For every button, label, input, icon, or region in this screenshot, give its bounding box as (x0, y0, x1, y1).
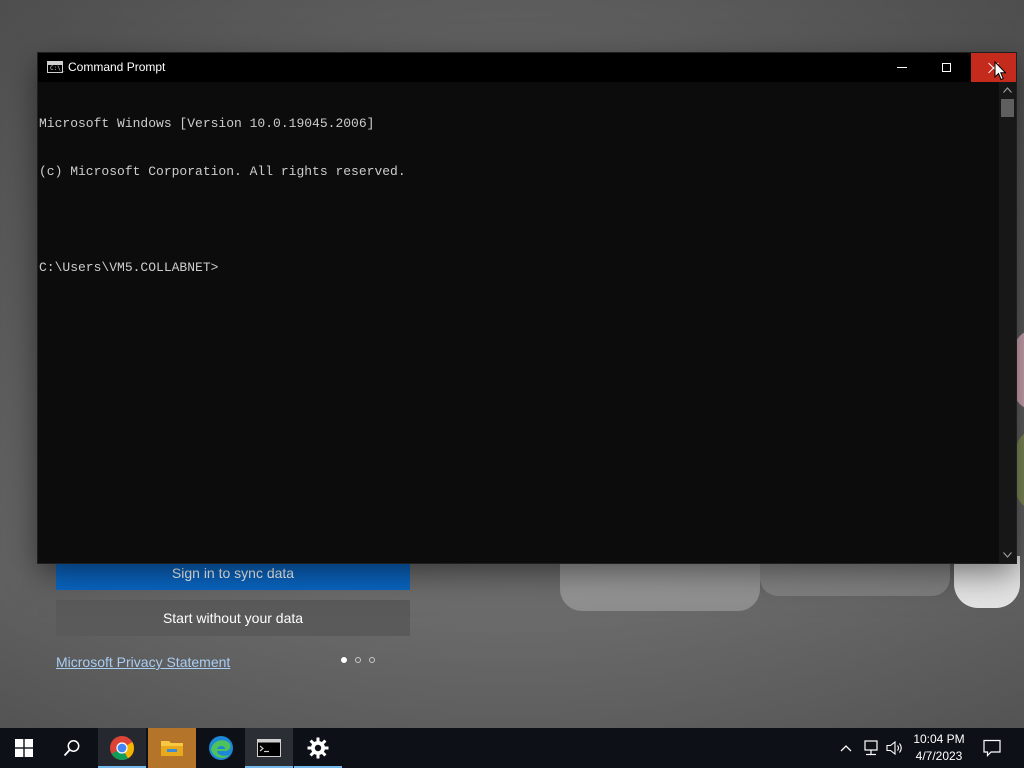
taskbar-command-prompt[interactable] (245, 728, 293, 768)
show-hidden-icons-button[interactable] (836, 728, 856, 768)
carousel-dot-1[interactable] (341, 657, 347, 663)
cmd-app-icon[interactable]: C:\_ (47, 61, 65, 73)
taskbar-edge[interactable] (197, 728, 245, 768)
command-prompt-icon (257, 739, 281, 757)
search-icon (63, 740, 80, 757)
volume-button[interactable] (884, 728, 906, 768)
notification-icon (983, 739, 1001, 757)
settings-icon (307, 737, 329, 759)
taskbar-chrome[interactable] (98, 728, 146, 768)
background-vase (954, 556, 1020, 608)
carousel-dot-2[interactable] (355, 657, 361, 663)
carousel-dot-3[interactable] (369, 657, 375, 663)
privacy-statement-link[interactable]: Microsoft Privacy Statement (56, 654, 230, 670)
taskbar-file-explorer[interactable] (148, 728, 196, 768)
chevron-up-icon (840, 745, 852, 752)
taskbar-settings[interactable] (294, 728, 342, 768)
carousel-dots (341, 657, 375, 663)
chrome-icon (110, 736, 134, 761)
system-clock[interactable]: 10:04 PM 4/7/2023 (904, 731, 974, 765)
minimize-icon (896, 67, 907, 68)
console-line: (c) Microsoft Corporation. All rights re… (39, 164, 406, 179)
network-icon (864, 740, 878, 756)
clock-date: 4/7/2023 (915, 749, 963, 763)
action-center-button[interactable] (976, 728, 1008, 768)
start-without-data-button[interactable]: Start without your data (56, 600, 410, 636)
maximize-icon (942, 63, 951, 72)
vertical-scrollbar[interactable] (999, 82, 1016, 563)
network-status-button[interactable] (860, 728, 882, 768)
scroll-up-arrow-icon[interactable] (999, 82, 1016, 98)
maximize-button[interactable] (924, 53, 969, 82)
speaker-icon (886, 740, 902, 756)
edge-icon (209, 736, 233, 760)
start-button[interactable] (0, 728, 48, 768)
background-pot (560, 555, 760, 611)
windows-logo-icon (15, 739, 33, 757)
console-line: Microsoft Windows [Version 10.0.19045.20… (39, 116, 375, 131)
console-prompt: C:\Users\VM5.COLLABNET> (39, 260, 219, 275)
minimize-button[interactable] (879, 53, 924, 82)
background-leaf (1016, 430, 1024, 510)
search-button[interactable] (48, 728, 96, 768)
cmd-app-icon-text: C:\_ (50, 65, 65, 72)
window-title: Command Prompt (68, 60, 166, 74)
title-bar[interactable]: C:\_ Command Prompt (38, 53, 1016, 82)
clock-time: 10:04 PM (913, 732, 965, 746)
background-pot-secondary (760, 560, 950, 596)
file-explorer-icon (161, 741, 183, 756)
taskbar: 10:04 PM 4/7/2023 (0, 728, 1024, 768)
command-prompt-window[interactable]: C:\_ Command Prompt Microsoft Windows [V… (38, 53, 1016, 563)
scroll-thumb[interactable] (1001, 99, 1014, 117)
console-output[interactable]: Microsoft Windows [Version 10.0.19045.20… (38, 82, 998, 563)
scroll-down-arrow-icon[interactable] (999, 547, 1016, 563)
